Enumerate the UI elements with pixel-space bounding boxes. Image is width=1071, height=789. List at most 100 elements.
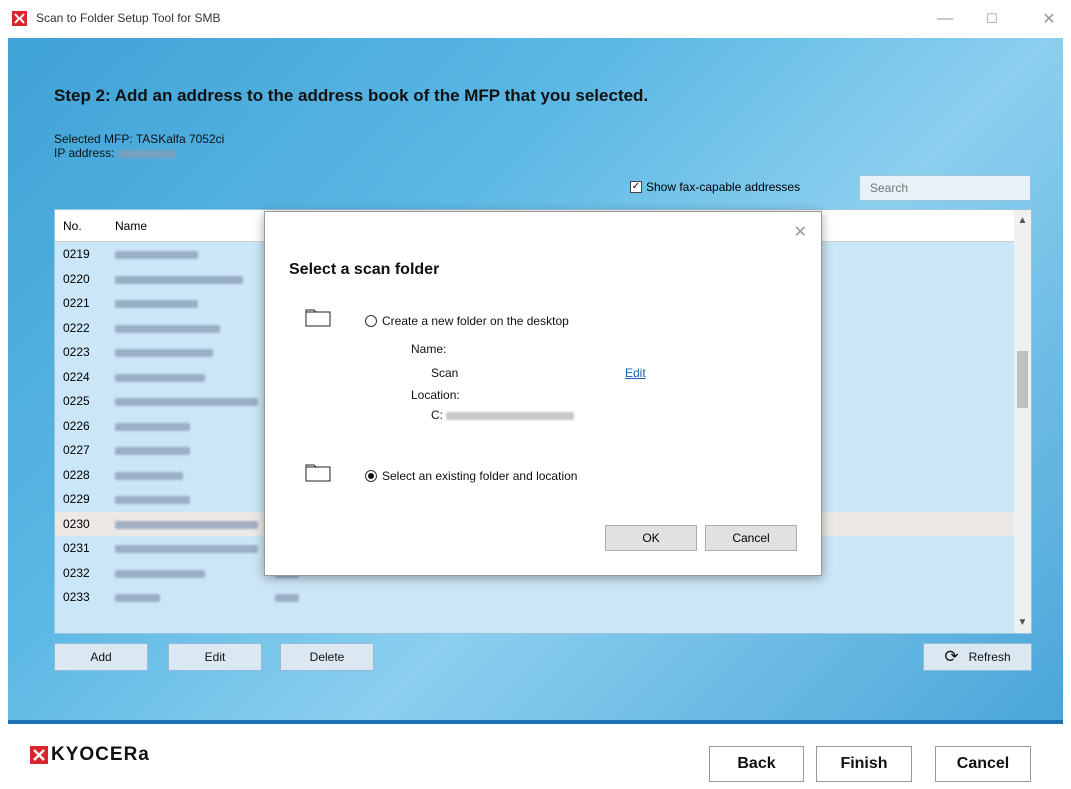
row-name-redacted: [115, 443, 275, 457]
cancel-button[interactable]: Cancel: [935, 746, 1031, 782]
edit-link[interactable]: Edit: [625, 366, 646, 380]
delete-button[interactable]: Delete: [280, 643, 374, 671]
radio-create-new[interactable]: [365, 315, 377, 327]
redacted-text: [115, 545, 258, 554]
redacted-text: [115, 422, 190, 431]
selected-mfp-label: Selected MFP: TASKalfa 7052ci: [54, 132, 225, 146]
row-extra-redacted: [275, 590, 335, 604]
location-path-redacted: [446, 411, 575, 420]
checkbox-check-icon[interactable]: ✓: [630, 181, 642, 193]
row-number: 0228: [63, 467, 90, 482]
row-number: 0222: [63, 320, 90, 335]
window-title: Scan to Folder Setup Tool for SMB: [36, 11, 221, 25]
row-name-redacted: [115, 541, 275, 555]
ip-address-value-redacted: [117, 149, 176, 158]
row-number: 0221: [63, 296, 90, 311]
redacted-text: [115, 447, 190, 456]
column-header-name[interactable]: Name: [115, 219, 147, 233]
row-name-redacted: [115, 517, 275, 531]
row-name-redacted: [115, 296, 275, 310]
redacted-text: [275, 594, 299, 603]
folder-icon: [305, 464, 331, 482]
redacted-text: [115, 324, 220, 333]
step-title: Step 2: Add an address to the address bo…: [54, 86, 649, 105]
vertical-scrollbar[interactable]: ▲ ▼: [1014, 210, 1031, 633]
back-button[interactable]: Back: [709, 746, 804, 782]
redacted-text: [115, 496, 190, 505]
dialog-close-icon[interactable]: ✕: [794, 222, 807, 242]
row-number: 0227: [63, 443, 90, 458]
redacted-text: [115, 251, 198, 260]
row-number: 0231: [63, 541, 90, 556]
maximize-button[interactable]: ☐: [972, 4, 1012, 34]
select-scan-folder-dialog: ✕ Select a scan folder Create a new fold…: [264, 211, 822, 576]
row-name-redacted: [115, 566, 275, 580]
redacted-text: [115, 275, 243, 284]
kyocera-app-icon: [12, 11, 27, 26]
footer: KYOCERa Back Finish Cancel: [8, 720, 1063, 789]
mfp-info: Selected MFP: TASKalfa 7052ci IP address…: [54, 132, 224, 160]
redacted-text: [115, 471, 183, 480]
fax-capable-checkbox[interactable]: ✓ Show fax-capable addresses: [630, 180, 800, 194]
row-name-redacted: [115, 590, 275, 604]
redacted-text: [115, 373, 205, 382]
location-value: C:: [431, 408, 575, 422]
kyocera-logo-icon: [30, 746, 48, 764]
redacted-text: [115, 594, 160, 603]
option-create-new-folder[interactable]: Create a new folder on the desktop: [365, 314, 569, 328]
row-name-redacted: [115, 492, 275, 506]
location-drive: C:: [431, 408, 443, 422]
kyocera-logo: KYOCERa: [30, 744, 150, 766]
add-button[interactable]: Add: [54, 643, 148, 671]
title-bar: Scan to Folder Setup Tool for SMB — ☐ ✕: [0, 0, 1071, 38]
fax-capable-label: Show fax-capable addresses: [646, 180, 801, 194]
row-name-redacted: [115, 272, 275, 286]
row-number: 0230: [63, 516, 90, 531]
row-number: 0229: [63, 492, 90, 507]
scroll-up-icon[interactable]: ▲: [1014, 212, 1031, 229]
row-name-redacted: [115, 247, 275, 261]
radio-selected-dot: [368, 473, 374, 479]
minimize-button[interactable]: —: [925, 4, 965, 34]
row-name-redacted: [115, 321, 275, 335]
redacted-text: [115, 569, 205, 578]
row-number: 0226: [63, 418, 90, 433]
ok-button[interactable]: OK: [605, 525, 697, 551]
row-number: 0232: [63, 565, 90, 580]
ip-address-label: IP address:: [54, 146, 115, 160]
row-number: 0223: [63, 345, 90, 360]
option-existing-label: Select an existing folder and location: [382, 469, 578, 483]
finish-button[interactable]: Finish: [816, 746, 912, 782]
close-button[interactable]: ✕: [1029, 4, 1069, 34]
scroll-down-icon[interactable]: ▼: [1014, 614, 1031, 631]
dialog-title: Select a scan folder: [289, 261, 440, 278]
dialog-cancel-button[interactable]: Cancel: [705, 525, 797, 551]
column-header-no[interactable]: No.: [55, 219, 115, 233]
option-create-new-label: Create a new folder on the desktop: [382, 314, 569, 328]
edit-button[interactable]: Edit: [168, 643, 262, 671]
search-input[interactable]: [859, 175, 1031, 201]
redacted-text: [115, 300, 198, 309]
redacted-text: [115, 520, 258, 529]
row-name-redacted: [115, 394, 275, 408]
radio-select-existing[interactable]: [365, 470, 377, 482]
row-number: 0224: [63, 369, 90, 384]
scrollbar-thumb[interactable]: [1017, 351, 1028, 408]
name-value: Scan: [431, 366, 459, 380]
table-row[interactable]: 0233: [55, 585, 1031, 610]
refresh-icon: ⟳: [944, 647, 959, 666]
kyocera-logo-text: KYOCERa: [51, 744, 150, 765]
redacted-text: [115, 349, 213, 358]
ip-address-row: IP address:: [54, 146, 224, 160]
refresh-label: Refresh: [968, 650, 1011, 664]
row-name-redacted: [115, 468, 275, 482]
refresh-button[interactable]: ⟳ Refresh: [923, 643, 1032, 671]
row-name-redacted: [115, 419, 275, 433]
row-number: 0225: [63, 394, 90, 409]
option-select-existing-folder[interactable]: Select an existing folder and location: [365, 469, 577, 483]
row-number: 0219: [63, 247, 90, 262]
row-number: 0220: [63, 271, 90, 286]
row-name-redacted: [115, 345, 275, 359]
row-number: 0233: [63, 590, 90, 605]
name-label: Name:: [411, 342, 447, 356]
